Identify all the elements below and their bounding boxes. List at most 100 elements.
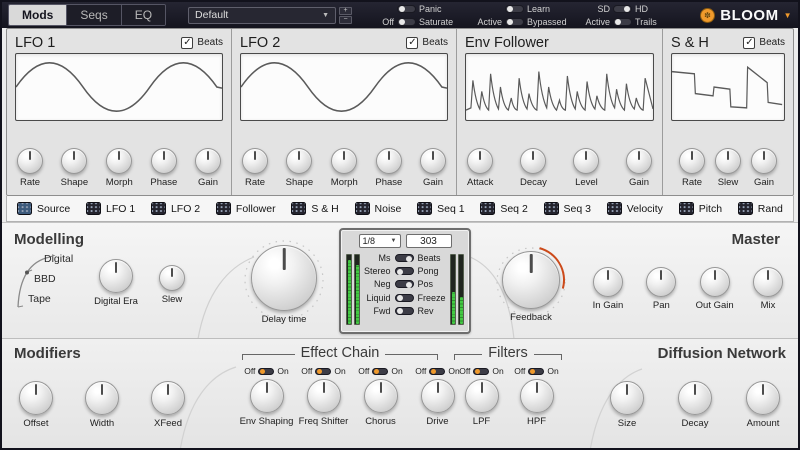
feedback-knob[interactable]	[502, 251, 560, 309]
env-shaping-switch[interactable]	[258, 368, 274, 375]
drive-switch[interactable]	[429, 368, 445, 375]
amount-knob[interactable]	[746, 381, 780, 415]
sh-gain-knob[interactable]	[751, 148, 777, 174]
rev-label: Rev	[418, 306, 449, 316]
saturate-switch[interactable]	[397, 18, 416, 26]
lfo1-morph-knob[interactable]	[106, 148, 132, 174]
out-gain-knob[interactable]	[700, 267, 730, 297]
lfo1-beats-checkbox[interactable]: ✓ Beats	[181, 37, 223, 49]
lfo1-panel: LFO 1 ✓ Beats Rate Shape Morph Phase Gai…	[7, 29, 232, 195]
decay-knob[interactable]	[678, 381, 712, 415]
lfo1-rate-knob[interactable]	[17, 148, 43, 174]
bypass-switch[interactable]	[505, 18, 524, 26]
xfeed-knob[interactable]	[151, 381, 185, 415]
stereo-pong-switch[interactable]	[395, 267, 414, 275]
source-button-seq2[interactable]: Seq 2	[480, 202, 527, 215]
bloom-logo[interactable]: ✽ BLOOM ▼	[700, 7, 792, 24]
width-knob[interactable]	[85, 381, 119, 415]
knob-label: Rate	[682, 177, 702, 188]
sh-beats-checkbox[interactable]: ✓ Beats	[743, 37, 785, 49]
source-button-rand[interactable]: Rand	[738, 202, 783, 215]
source-button-follower[interactable]: Follower	[216, 202, 276, 215]
knob-label: Gain	[754, 177, 774, 188]
chorus-knob[interactable]	[364, 379, 398, 413]
beats-label: Beats	[422, 37, 448, 48]
delay-time-knob[interactable]	[251, 245, 317, 311]
master-title: Master	[732, 231, 780, 248]
lfo1-gain-knob[interactable]	[195, 148, 221, 174]
source-button-noise[interactable]: Noise	[355, 202, 402, 215]
preset-selector[interactable]: Default ▼	[188, 7, 336, 24]
sh-title: S & H	[671, 35, 709, 51]
env-follower-display	[465, 53, 654, 121]
model-option-tape[interactable]: Tape	[28, 293, 51, 305]
source-button-seq3[interactable]: Seq 3	[544, 202, 591, 215]
digital-era-knob[interactable]	[99, 259, 133, 293]
lfo1-shape-knob[interactable]	[61, 148, 87, 174]
beat-division-dropdown[interactable]: 1/8 ▼	[359, 234, 401, 248]
model-option-bbd[interactable]: BBD	[34, 273, 56, 285]
lfo2-shape-knob[interactable]	[286, 148, 312, 174]
chorus-switch[interactable]	[372, 368, 388, 375]
off-label: Off	[358, 366, 369, 376]
knob-label: Size	[618, 418, 636, 429]
source-button-seq1[interactable]: Seq 1	[417, 202, 464, 215]
lfo1-phase-knob[interactable]	[151, 148, 177, 174]
preset-next-button[interactable]: +	[339, 7, 352, 15]
fwd-rev-switch[interactable]	[395, 307, 414, 315]
model-option-digital[interactable]: Digital	[44, 253, 73, 265]
source-button-sh[interactable]: S & H	[291, 202, 338, 215]
sh-rate-knob[interactable]	[679, 148, 705, 174]
lpf-switch[interactable]	[473, 368, 489, 375]
neg-pos-switch[interactable]	[395, 280, 414, 288]
tab-mods[interactable]: Mods	[9, 5, 67, 25]
lfo2-gain-knob[interactable]	[420, 148, 446, 174]
env-shaping-knob[interactable]	[250, 379, 284, 413]
tab-seqs[interactable]: Seqs	[67, 5, 121, 25]
source-button-velocity[interactable]: Velocity	[607, 202, 663, 215]
knob-label: Level	[575, 177, 598, 188]
ms-label: Ms	[362, 253, 391, 263]
dropdown-arrow-icon: ▼	[391, 238, 397, 244]
ms-beats-switch[interactable]	[395, 254, 414, 262]
liquid-freeze-switch[interactable]	[395, 294, 414, 302]
freq-shifter-knob[interactable]	[307, 379, 341, 413]
env-attack-knob[interactable]	[467, 148, 493, 174]
lpf-knob[interactable]	[465, 379, 499, 413]
knob-label: HPF	[527, 416, 546, 427]
quality-switch[interactable]	[613, 5, 632, 13]
slew-knob[interactable]	[159, 265, 185, 291]
in-gain-knob[interactable]	[593, 267, 623, 297]
hpf-switch[interactable]	[528, 368, 544, 375]
source-button-pitch[interactable]: Pitch	[679, 202, 722, 215]
lfo2-phase-knob[interactable]	[376, 148, 402, 174]
logo-menu-arrow-icon: ▼	[784, 11, 792, 20]
mix-knob[interactable]	[753, 267, 783, 297]
lfo2-beats-checkbox[interactable]: ✓ Beats	[406, 37, 448, 49]
midi-learn-switch[interactable]	[505, 5, 524, 13]
hpf-knob[interactable]	[520, 379, 554, 413]
size-knob[interactable]	[610, 381, 644, 415]
source-button-lfo1[interactable]: LFO 1	[86, 202, 135, 215]
env-decay-knob[interactable]	[520, 148, 546, 174]
lfo2-morph-knob[interactable]	[331, 148, 357, 174]
sh-slew-knob[interactable]	[715, 148, 741, 174]
drive-knob[interactable]	[421, 379, 455, 413]
mod-grid-icon	[544, 202, 559, 215]
env-level-knob[interactable]	[573, 148, 599, 174]
offset-knob[interactable]	[19, 381, 53, 415]
mod-grid-icon	[480, 202, 495, 215]
tab-eq[interactable]: EQ	[122, 5, 165, 25]
lfo2-rate-knob[interactable]	[242, 148, 268, 174]
off-label: Off	[301, 366, 312, 376]
pan-knob[interactable]	[646, 267, 676, 297]
env-gain-knob[interactable]	[626, 148, 652, 174]
freq-shifter-switch[interactable]	[315, 368, 331, 375]
preset-prev-button[interactable]: −	[339, 16, 352, 24]
source-label: Source	[37, 203, 70, 215]
delay-time-display[interactable]: 303	[406, 234, 452, 248]
knob-label: Delay time	[262, 314, 307, 325]
trails-switch[interactable]	[613, 18, 632, 26]
source-button-lfo2[interactable]: LFO 2	[151, 202, 200, 215]
panic-switch[interactable]	[397, 5, 416, 13]
